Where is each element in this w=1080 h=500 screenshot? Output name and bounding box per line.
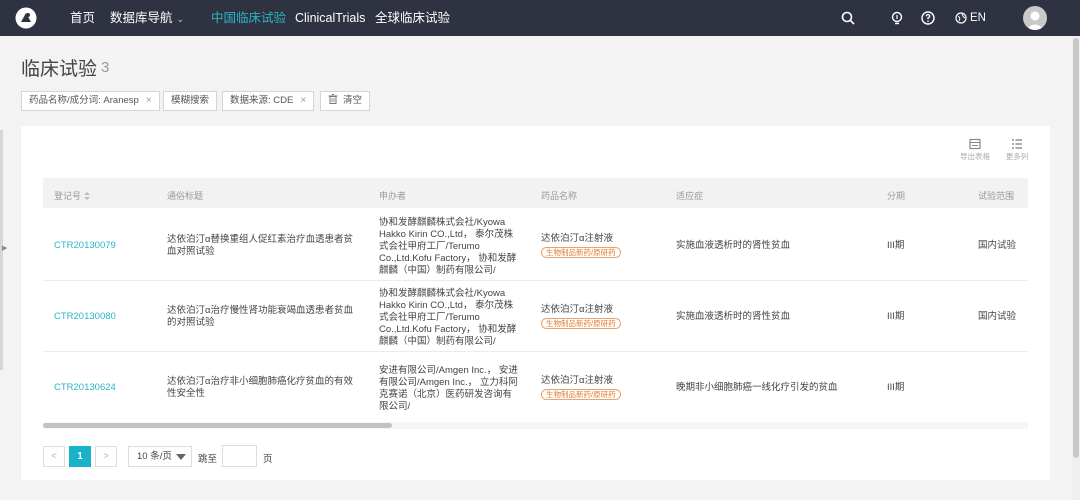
header-title: 通俗标题 xyxy=(167,191,204,201)
expand-arrow-icon[interactable]: ▶ xyxy=(2,244,7,252)
filter-drug-label: 药品名称/成分词: Aranesp xyxy=(29,95,139,106)
nav-home[interactable]: 首页 xyxy=(70,0,95,36)
page-size-label: 10 条/页 xyxy=(137,451,172,462)
next-page-button[interactable]: > xyxy=(95,446,117,467)
scope-text: 国内试验 xyxy=(978,311,1017,322)
more-columns-button[interactable]: 更多列 xyxy=(1000,138,1034,162)
header-registration-label: 登记号 xyxy=(54,191,82,201)
sponsor-text: 安进有限公司/Amgen Inc.， 安进有限公司/Amgen Inc.， 立力… xyxy=(379,365,518,412)
jump-page-input[interactable] xyxy=(222,445,257,467)
drug-name-cell: 达依泊汀α注射液 生物制品新药/原研药 xyxy=(541,304,651,330)
header-indication: 适应症 xyxy=(676,191,704,201)
filter-chip-drug[interactable]: 药品名称/成分词: Aranesp × xyxy=(21,91,160,111)
globe-icon xyxy=(955,12,967,24)
horizontal-scrollbar[interactable] xyxy=(43,423,392,428)
caret-down-icon xyxy=(176,454,186,460)
export-table-button[interactable]: 导出表格 xyxy=(958,138,992,162)
user-icon xyxy=(1026,11,1044,30)
phase-text: III期 xyxy=(887,311,905,322)
sort-icon xyxy=(84,192,91,200)
indication-text: 实施血液透析时的肾性贫血 xyxy=(676,240,791,251)
logo-icon[interactable] xyxy=(15,7,37,29)
export-label: 导出表格 xyxy=(960,152,990,161)
clear-label: 清空 xyxy=(343,95,363,106)
trial-title: 达依泊汀α治疗非小细胞肺癌化疗贫血的有效性安全性 xyxy=(167,376,353,399)
close-icon[interactable]: × xyxy=(300,95,306,106)
indication-text: 晚期非小细胞肺癌一线化疗引发的贫血 xyxy=(676,382,838,393)
language-switch[interactable]: EN xyxy=(955,0,986,36)
avatar[interactable] xyxy=(1023,6,1047,30)
registration-link[interactable]: CTR20130624 xyxy=(54,382,116,394)
nav-database-dropdown[interactable]: 数据库导航 ⌄ xyxy=(110,0,184,36)
page-1-button[interactable]: 1 xyxy=(69,446,91,467)
help-icon[interactable] xyxy=(920,10,936,26)
list-icon xyxy=(1012,139,1022,149)
table-export-icon xyxy=(969,138,981,150)
header-registration-no[interactable]: 登记号 xyxy=(54,189,91,202)
sponsor-text: 协和发酵麒麟株式会社/Kyowa Hakko Kirin CO.,Ltd， 泰尔… xyxy=(379,217,517,276)
drug-name: 达依泊汀α注射液 xyxy=(541,375,613,386)
trial-title: 达依泊汀α替换重组人促红素治疗血透患者贫血对照试验 xyxy=(167,234,353,257)
top-navbar: 首页 数据库导航 ⌄ 中国临床试验 ClinicalTrials 全球临床试验 E… xyxy=(0,0,1080,36)
header-drug-name: 药品名称 xyxy=(541,191,578,201)
result-count: 3 xyxy=(101,59,110,76)
drug-name: 达依泊汀α注射液 xyxy=(541,304,613,315)
row-divider xyxy=(43,280,1028,281)
drug-type-badge: 生物制品新药/原研药 xyxy=(541,318,621,329)
chevron-down-icon: ⌄ xyxy=(176,14,185,24)
nav-global-trials[interactable]: 全球临床试验 xyxy=(375,0,450,36)
page-size-select[interactable]: 10 条/页 xyxy=(128,446,192,467)
prev-page-button[interactable]: < xyxy=(43,446,65,467)
close-icon[interactable]: × xyxy=(146,95,152,106)
more-columns-label: 更多列 xyxy=(1005,152,1029,161)
indication-text: 实施血液透析时的肾性贫血 xyxy=(676,311,791,322)
filter-chip-source[interactable]: 数据来源: CDE × xyxy=(222,91,315,111)
scope-text: 国内试验 xyxy=(978,240,1017,251)
nav-database-label: 数据库导航 xyxy=(110,11,173,25)
drug-name-cell: 达依泊汀α注射液 生物制品新药/原研药 xyxy=(541,375,651,401)
page-title: 临床试验 xyxy=(21,59,98,80)
drug-type-badge: 生物制品新药/原研药 xyxy=(541,247,621,258)
bulb-icon[interactable] xyxy=(889,10,905,26)
nav-china-trials[interactable]: 中国临床试验 xyxy=(211,0,286,36)
jump-label: 跳至 xyxy=(198,454,218,465)
clear-filters-button[interactable]: 清空 xyxy=(320,91,371,111)
header-sponsor: 申办者 xyxy=(379,191,407,201)
header-phase: 分期 xyxy=(887,191,906,201)
page-scrollbar[interactable] xyxy=(1073,38,1079,458)
trial-title: 达依泊汀α治疗慢性肾功能衰竭血透患者贫血的对照试验 xyxy=(167,305,353,328)
registration-link[interactable]: CTR20130080 xyxy=(54,311,116,323)
row-divider xyxy=(43,351,1028,352)
header-scope: 试验范围 xyxy=(978,191,1015,201)
filter-source-label: 数据来源: CDE xyxy=(230,95,294,106)
registration-link[interactable]: CTR20130079 xyxy=(54,240,116,252)
nav-clinicaltrials[interactable]: ClinicalTrials xyxy=(295,0,365,36)
drug-name-cell: 达依泊汀α注射液 生物制品新药/原研药 xyxy=(541,233,651,259)
drug-type-badge: 生物制品新药/原研药 xyxy=(541,389,621,400)
trash-icon xyxy=(328,94,338,104)
page-unit-label: 页 xyxy=(263,454,273,465)
filter-chip-fuzzy[interactable]: 模糊搜索 xyxy=(163,91,218,111)
language-label: EN xyxy=(970,12,986,24)
search-icon[interactable] xyxy=(840,10,856,26)
sponsor-text: 协和发酵麒麟株式会社/Kyowa Hakko Kirin CO.,Ltd， 泰尔… xyxy=(379,288,517,347)
phase-text: III期 xyxy=(887,382,905,393)
phase-text: III期 xyxy=(887,240,905,251)
drug-name: 达依泊汀α注射液 xyxy=(541,233,613,244)
